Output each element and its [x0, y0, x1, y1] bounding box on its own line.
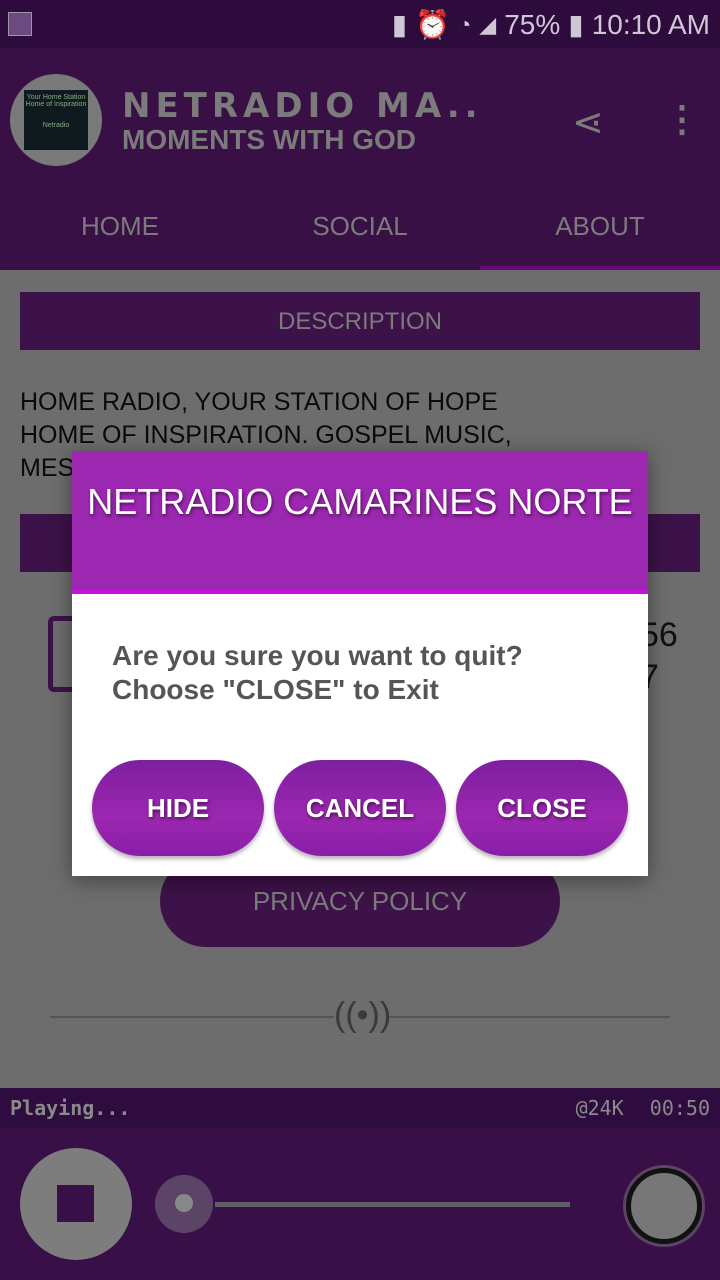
battery-saver-icon: ▮ [391, 9, 408, 40]
description-line: HOME RADIO, YOUR STATION OF HOPE [20, 388, 498, 416]
close-button[interactable]: CLOSE [456, 760, 628, 856]
battery-percent: 75% [504, 8, 561, 40]
signal-icon: ◢ [479, 11, 497, 37]
clock-time: 10:10 AM [591, 8, 710, 40]
wifi-icon: ◔ [458, 11, 472, 37]
quit-dialog: NETRADIO CAMARINES NORTE Are you sure yo… [72, 451, 648, 876]
tab-social[interactable]: SOCIAL [240, 198, 480, 270]
more-options-icon[interactable]: ⋮ [664, 98, 700, 140]
stream-info: @24K 00:50 [576, 1096, 710, 1120]
dialog-buttons: HIDE CANCEL CLOSE [92, 760, 628, 856]
dialog-message-line: Are you sure you want to quit? [112, 640, 523, 671]
broadcast-icon: ((•)) [334, 996, 392, 1036]
stop-icon [57, 1185, 94, 1222]
battery-charging-icon: ▮ [568, 9, 584, 40]
station-logo: Your Home Station Home of Inspiration Netr… [10, 74, 102, 166]
dialog-title: NETRADIO CAMARINES NORTE [72, 451, 648, 594]
player-status-bar: Playing... @24K 00:50 [0, 1088, 720, 1128]
app-toolbar: Your Home Station Home of Inspiration Netr… [0, 48, 720, 270]
stop-button[interactable] [20, 1148, 132, 1260]
elapsed-time: 00:50 [649, 1096, 710, 1120]
station-title: NETRADIO MA.. [122, 86, 483, 126]
dialog-message: Are you sure you want to quit? Choose "C… [112, 639, 523, 707]
share-icon[interactable]: ⋖ [572, 100, 604, 145]
tab-home[interactable]: HOME [0, 198, 240, 270]
volume-slider-thumb[interactable] [155, 1175, 213, 1233]
alarm-icon: ⏰ [415, 9, 450, 40]
sleep-timer-clock-icon[interactable] [626, 1168, 702, 1244]
status-bar: ▮ ⏰ ◔ ◢ 75% ▮ 10:10 AM [0, 0, 720, 48]
description-header: DESCRIPTION [20, 292, 700, 350]
hide-button[interactable]: HIDE [92, 760, 264, 856]
bitrate: @24K [575, 1096, 624, 1120]
station-subtitle: MOMENTS WITH GOD [122, 124, 416, 155]
volume-slider-track[interactable] [215, 1202, 570, 1207]
playing-status: Playing... [10, 1096, 131, 1120]
description-line: HOME OF INSPIRATION. GOSPEL MUSIC, [20, 421, 512, 449]
app-notification-icon [8, 12, 32, 36]
player-controls [0, 1128, 720, 1280]
dialog-message-line: Choose "CLOSE" to Exit [112, 674, 439, 705]
tab-about[interactable]: ABOUT [480, 198, 720, 270]
tab-bar: HOME SOCIAL ABOUT [0, 198, 720, 270]
cancel-button[interactable]: CANCEL [274, 760, 446, 856]
logo-image: Your Home Station Home of Inspiration Netr… [24, 90, 88, 150]
